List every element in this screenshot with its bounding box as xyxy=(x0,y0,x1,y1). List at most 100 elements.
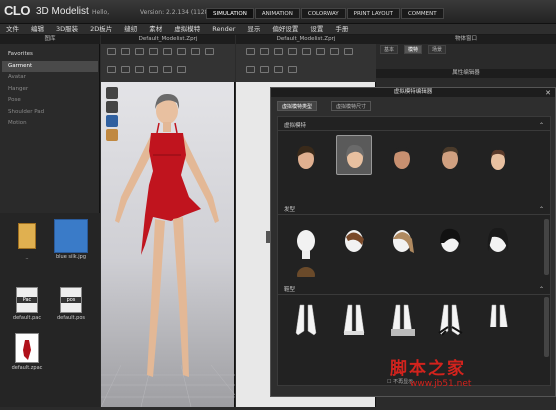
chevron-up-icon[interactable]: ⌃ xyxy=(539,285,544,295)
nav-garment[interactable]: Garment xyxy=(2,60,98,72)
shoe-thumb-4[interactable] xyxy=(432,301,468,341)
menu-preferences[interactable]: 偏好设置 xyxy=(266,24,304,34)
pos-icon-label: pos xyxy=(61,297,81,303)
watermark-url: www.jb51.net xyxy=(410,379,472,389)
menu-edit[interactable]: 编辑 xyxy=(25,24,50,34)
shoes-scrollbar[interactable] xyxy=(544,297,549,357)
menu-avatar[interactable]: 虚拟模特 xyxy=(168,24,206,34)
avatar-tool-icon[interactable] xyxy=(191,48,200,55)
menu-2d-pattern[interactable]: 2D板片 xyxy=(84,24,118,34)
close-icon[interactable]: ✕ xyxy=(545,89,551,97)
menu-bar: 文件 编辑 3D服装 2D板片 缝纫 素材 虚拟模特 Render 显示 偏好设… xyxy=(0,24,556,35)
hair-thumb-7[interactable] xyxy=(336,265,372,277)
menu-settings[interactable]: 设置 xyxy=(304,24,329,34)
shoe-thumb-3[interactable] xyxy=(384,301,420,341)
file-blue-silk[interactable]: blue silk.jpg xyxy=(48,219,94,260)
file-label: .. xyxy=(25,255,29,261)
property-editor-title: 属性编辑器 xyxy=(376,69,556,78)
tack-tool-icon[interactable] xyxy=(163,48,172,55)
tab-simulation[interactable]: SIMULATION xyxy=(206,8,254,19)
nav-avatar[interactable]: Avatar xyxy=(2,72,98,84)
folder-icon xyxy=(18,223,36,249)
menu-file[interactable]: 文件 xyxy=(0,24,25,34)
polygon-icon[interactable] xyxy=(274,48,283,55)
object-browser-title: 物体窗口 xyxy=(376,35,556,44)
tab-avatar-size[interactable]: 虚拟模特尺寸 xyxy=(331,101,372,111)
nav-motion[interactable]: Motion xyxy=(2,118,98,130)
edit-pattern-icon[interactable] xyxy=(260,48,269,55)
hair-thumb-5[interactable] xyxy=(480,221,516,261)
tab-animation[interactable]: ANIMATION xyxy=(254,8,300,19)
file-label: blue silk.jpg xyxy=(55,254,86,260)
tab-avatar-type[interactable]: 虚拟模特类型 xyxy=(277,101,318,111)
library-title: 图库 xyxy=(0,35,100,44)
file-default-pac[interactable]: Pac default.pac xyxy=(4,287,50,321)
nav-shoulder-pad[interactable]: Shoulder Pad xyxy=(2,107,98,119)
circle-icon[interactable] xyxy=(302,48,311,55)
pattern-tool-icon[interactable] xyxy=(163,66,172,73)
file-default-pos[interactable]: pos default.pos xyxy=(48,287,94,321)
title-bar: CLO 3D Modelist Hello, Version: 2.2.134 … xyxy=(0,0,556,24)
tab-comment[interactable]: COMMENT xyxy=(400,8,444,19)
tab-basic[interactable]: 基本 xyxy=(380,45,399,54)
strain-tool-icon[interactable] xyxy=(121,66,130,73)
file-default-zpac[interactable]: default.zpac xyxy=(4,333,50,371)
segment-sewing-icon[interactable] xyxy=(246,66,255,73)
texture-2d-icon[interactable] xyxy=(288,66,297,73)
hair-thumb-6[interactable] xyxy=(288,265,324,277)
hair-scrollbar[interactable] xyxy=(544,219,549,275)
transform-pattern-icon[interactable] xyxy=(246,48,255,55)
tab-avatar[interactable]: 模特 xyxy=(404,45,423,54)
avatar-thumb-2[interactable] xyxy=(336,135,372,175)
mode-tabs: SIMULATION ANIMATION COLORWAY PRINT LAYO… xyxy=(206,8,445,19)
tab-print-layout[interactable]: PRINT LAYOUT xyxy=(346,8,400,19)
rectangle-icon[interactable] xyxy=(288,48,297,55)
measure-tool-icon[interactable] xyxy=(177,48,186,55)
3d-viewport[interactable]: Default_Modelist.Zprj xyxy=(101,35,235,407)
fold-tool-icon[interactable] xyxy=(135,48,144,55)
menu-display[interactable]: 显示 xyxy=(241,24,266,34)
arrangement-tool-icon[interactable] xyxy=(177,66,186,73)
texture-tool-icon[interactable] xyxy=(205,48,214,55)
tab-scene[interactable]: 场景 xyxy=(428,45,447,54)
menu-sewing[interactable]: 缝纫 xyxy=(118,24,143,34)
menu-manual[interactable]: 手册 xyxy=(329,24,354,34)
trace-icon[interactable] xyxy=(330,48,339,55)
select-tool-icon[interactable] xyxy=(107,48,116,55)
shoe-thumb-1[interactable] xyxy=(288,301,324,341)
section-hair-header[interactable]: 发型 ⌃ xyxy=(278,205,550,215)
free-sewing-icon[interactable] xyxy=(260,66,269,73)
section-hair-label: 发型 xyxy=(284,207,296,213)
zip-tool-icon[interactable] xyxy=(149,66,158,73)
hair-thumb-2[interactable] xyxy=(336,221,372,261)
sewing-icon[interactable] xyxy=(344,48,353,55)
nav-favorites[interactable]: Favorites xyxy=(2,49,98,61)
chevron-up-icon[interactable]: ⌃ xyxy=(539,205,544,215)
shoe-thumb-2[interactable] xyxy=(336,301,372,341)
menu-render[interactable]: Render xyxy=(206,24,241,34)
nav-hanger[interactable]: Hanger xyxy=(2,84,98,96)
menu-3d-garment[interactable]: 3D服装 xyxy=(50,24,84,34)
tab-colorway[interactable]: COLORWAY xyxy=(300,8,346,19)
move-tool-icon[interactable] xyxy=(121,48,130,55)
hair-thumb-4[interactable] xyxy=(432,221,468,261)
file-parent-folder[interactable]: .. xyxy=(4,223,50,261)
avatar-thumb-1[interactable] xyxy=(288,137,324,177)
shoe-thumb-5[interactable] xyxy=(480,301,516,341)
check-sewing-icon[interactable] xyxy=(274,66,283,73)
section-shoes-header[interactable]: 鞋型 ⌃ xyxy=(278,285,550,295)
simulate-tool-icon[interactable] xyxy=(107,66,116,73)
avatar-model[interactable] xyxy=(101,85,235,407)
avatar-thumb-5[interactable] xyxy=(480,139,516,179)
section-avatar-header[interactable]: 虚拟模特 ⌃ xyxy=(278,121,550,131)
pin-tool-icon[interactable] xyxy=(149,48,158,55)
dart-icon[interactable] xyxy=(316,48,325,55)
pressure-tool-icon[interactable] xyxy=(135,66,144,73)
avatar-thumb-3[interactable] xyxy=(384,137,420,177)
hair-thumb-1[interactable] xyxy=(288,221,324,261)
menu-materials[interactable]: 素材 xyxy=(143,24,168,34)
nav-pose[interactable]: Pose xyxy=(2,95,98,107)
avatar-thumb-4[interactable] xyxy=(432,137,468,177)
chevron-up-icon[interactable]: ⌃ xyxy=(539,121,544,131)
hair-thumb-3[interactable] xyxy=(384,221,420,261)
